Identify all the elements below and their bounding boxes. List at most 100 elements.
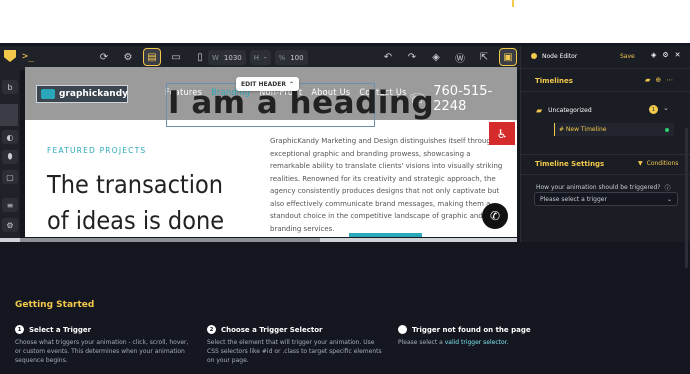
panel-divider: [521, 91, 690, 92]
getting-started-title: Getting Started: [15, 300, 95, 310]
rail-visibility-icon[interactable]: ◐: [2, 130, 18, 144]
toolbar-left: >_: [4, 50, 34, 62]
zoom-label: %: [278, 53, 286, 62]
folder-count-badge: 1: [649, 105, 658, 114]
save-button[interactable]: Save: [620, 53, 635, 60]
rail-panel-block: [0, 104, 18, 126]
timeline-item[interactable]: # New Timeline: [554, 123, 674, 136]
panel-header-icons: ◈ ⚙ ✕: [651, 51, 681, 59]
timeline-settings-title: Timeline Settings: [535, 160, 605, 168]
phone-number: 760-515-2248: [433, 84, 493, 114]
step-title: 2 Choose a Trigger Selector: [207, 325, 382, 334]
settings-gear-icon[interactable]: ⚙: [120, 49, 136, 65]
chevron-up-icon: ⌃: [288, 80, 294, 88]
whatsapp-icon[interactable]: ✆: [482, 203, 508, 229]
undo-icon[interactable]: ↶: [380, 49, 396, 65]
canvas-scrollbar[interactable]: [0, 238, 517, 242]
panel-title: Node Editor: [542, 53, 578, 60]
rail-menu-icon[interactable]: ≡: [2, 198, 18, 212]
trigger-select[interactable]: Please select a trigger ⌄: [534, 192, 678, 206]
add-folder-icon[interactable]: ▰: [645, 76, 650, 84]
step-status-dot: [398, 325, 407, 334]
guide-step-2: 2 Choose a Trigger Selector Select the e…: [207, 325, 382, 365]
rail-button-b[interactable]: b: [2, 80, 18, 94]
company-description: GraphicKandy Marketing and Design distin…: [270, 137, 506, 233]
timelines-title: Timelines: [535, 77, 573, 85]
panel-divider: [521, 154, 690, 155]
cta-button[interactable]: [349, 233, 422, 237]
width-field[interactable]: W 1030: [208, 50, 246, 65]
step-title-text: Choose a Trigger Selector: [221, 325, 323, 334]
zoom-value: 100: [290, 53, 304, 62]
accessibility-icon[interactable]: ♿: [489, 122, 515, 145]
page-canvas[interactable]: graphickandy Features Branding Non-Profi…: [25, 67, 517, 237]
tagline-heading: The transaction of ideas is done here.: [47, 170, 225, 235]
chevron-down-icon[interactable]: ⌄: [663, 104, 669, 112]
step-number: 2: [207, 325, 216, 334]
step-title: Trigger not found on the page: [398, 325, 598, 334]
step-title-text: Trigger not found on the page: [412, 325, 531, 334]
step-body: Please select a valid trigger selector.: [398, 338, 598, 347]
add-timeline-icon[interactable]: ⊕: [655, 76, 661, 84]
toolbar-device-icons: ⟳ ⚙ ▤ ▭ ▯: [96, 48, 208, 66]
rail-settings-icon[interactable]: ⚙: [2, 218, 18, 232]
gear-icon[interactable]: ⚙: [662, 51, 668, 59]
trigger-question: How your animation should be triggered? …: [536, 183, 671, 192]
timeline-actions: ▰ ⊕ ⋯: [645, 76, 673, 84]
filter-icon: ▼: [638, 160, 643, 167]
height-field[interactable]: H -: [249, 50, 271, 65]
width-label: W: [212, 53, 219, 62]
conditions-label: Conditions: [646, 160, 679, 167]
layers-icon[interactable]: ◈: [651, 51, 656, 59]
edit-header-label: EDIT HEADER: [241, 80, 286, 88]
panel-divider: [521, 68, 690, 69]
close-icon[interactable]: ✕: [675, 51, 681, 59]
rail-page-icon[interactable]: ▢: [2, 170, 18, 184]
rail-drop-icon[interactable]: ⬮: [2, 150, 18, 164]
zoom-field[interactable]: % 100: [274, 50, 308, 65]
info-icon[interactable]: ⓘ: [664, 183, 670, 192]
step-title: 1 Select a Trigger: [15, 325, 190, 334]
top-marker: [512, 0, 514, 7]
step-body: Choose what triggers your animation - cl…: [15, 339, 189, 364]
mobile-view-icon[interactable]: ▯: [192, 49, 208, 65]
node-editor-panel: Node Editor Save ◈ ⚙ ✕ Timelines ▰ ⊕ ⋯ ▰…: [520, 46, 690, 268]
folder-uncategorized[interactable]: ▰ Uncategorized 1 ⌄: [536, 103, 684, 117]
valid-selector-link[interactable]: valid trigger selector.: [445, 339, 509, 346]
height-label: H: [253, 53, 260, 62]
width-value: 1030: [223, 53, 242, 62]
edit-header-tag[interactable]: EDIT HEADER ⌃: [236, 77, 299, 91]
trigger-question-label: How your animation should be triggered?: [536, 184, 661, 191]
page-heading[interactable]: I am a heading: [168, 85, 434, 121]
step-number: 1: [15, 325, 24, 334]
panel-scrollbar[interactable]: [685, 128, 688, 268]
chevron-down-icon: ⌄: [666, 195, 672, 203]
guide-step-1: 1 Select a Trigger Choose what triggers …: [15, 325, 190, 365]
layers-icon[interactable]: ◈: [428, 49, 444, 65]
desktop-view-icon[interactable]: ▤: [143, 48, 161, 66]
folder-label: Uncategorized: [548, 106, 592, 114]
app-logo-icon[interactable]: [4, 50, 16, 62]
tablet-view-icon[interactable]: ▭: [168, 49, 184, 65]
console-prompt-icon[interactable]: >_: [22, 51, 34, 62]
panel-toggle-icon[interactable]: ▣: [499, 48, 517, 66]
redo-icon[interactable]: ↷: [404, 49, 420, 65]
step-body: Select the element that will trigger you…: [207, 339, 382, 364]
left-rail: b ◐ ⬮ ▢ ≡ ⚙: [0, 70, 20, 240]
export-icon[interactable]: ⇱: [476, 49, 492, 65]
active-status-dot: [665, 128, 669, 132]
timeline-label: # New Timeline: [559, 126, 607, 133]
panel-divider: [521, 174, 690, 175]
toolbar-right-icons: ↶ ↷ ◈ Ⓦ ⇱ ▣: [380, 48, 517, 66]
trigger-select-value: Please select a trigger: [540, 195, 607, 203]
conditions-button[interactable]: ▼ Conditions: [638, 160, 678, 167]
scrollbar-thumb[interactable]: [20, 238, 320, 242]
more-icon[interactable]: ⋯: [666, 76, 673, 84]
guide-step-3: Trigger not found on the page Please sel…: [398, 325, 598, 347]
node-editor-icon: [531, 53, 537, 59]
toolbar-size-fields: W 1030 H - % 100: [208, 50, 308, 65]
refresh-icon[interactable]: ⟳: [96, 49, 112, 65]
site-logo[interactable]: graphickandy: [36, 85, 128, 103]
wordpress-icon[interactable]: Ⓦ: [452, 49, 468, 65]
folder-icon: ▰: [536, 105, 543, 115]
